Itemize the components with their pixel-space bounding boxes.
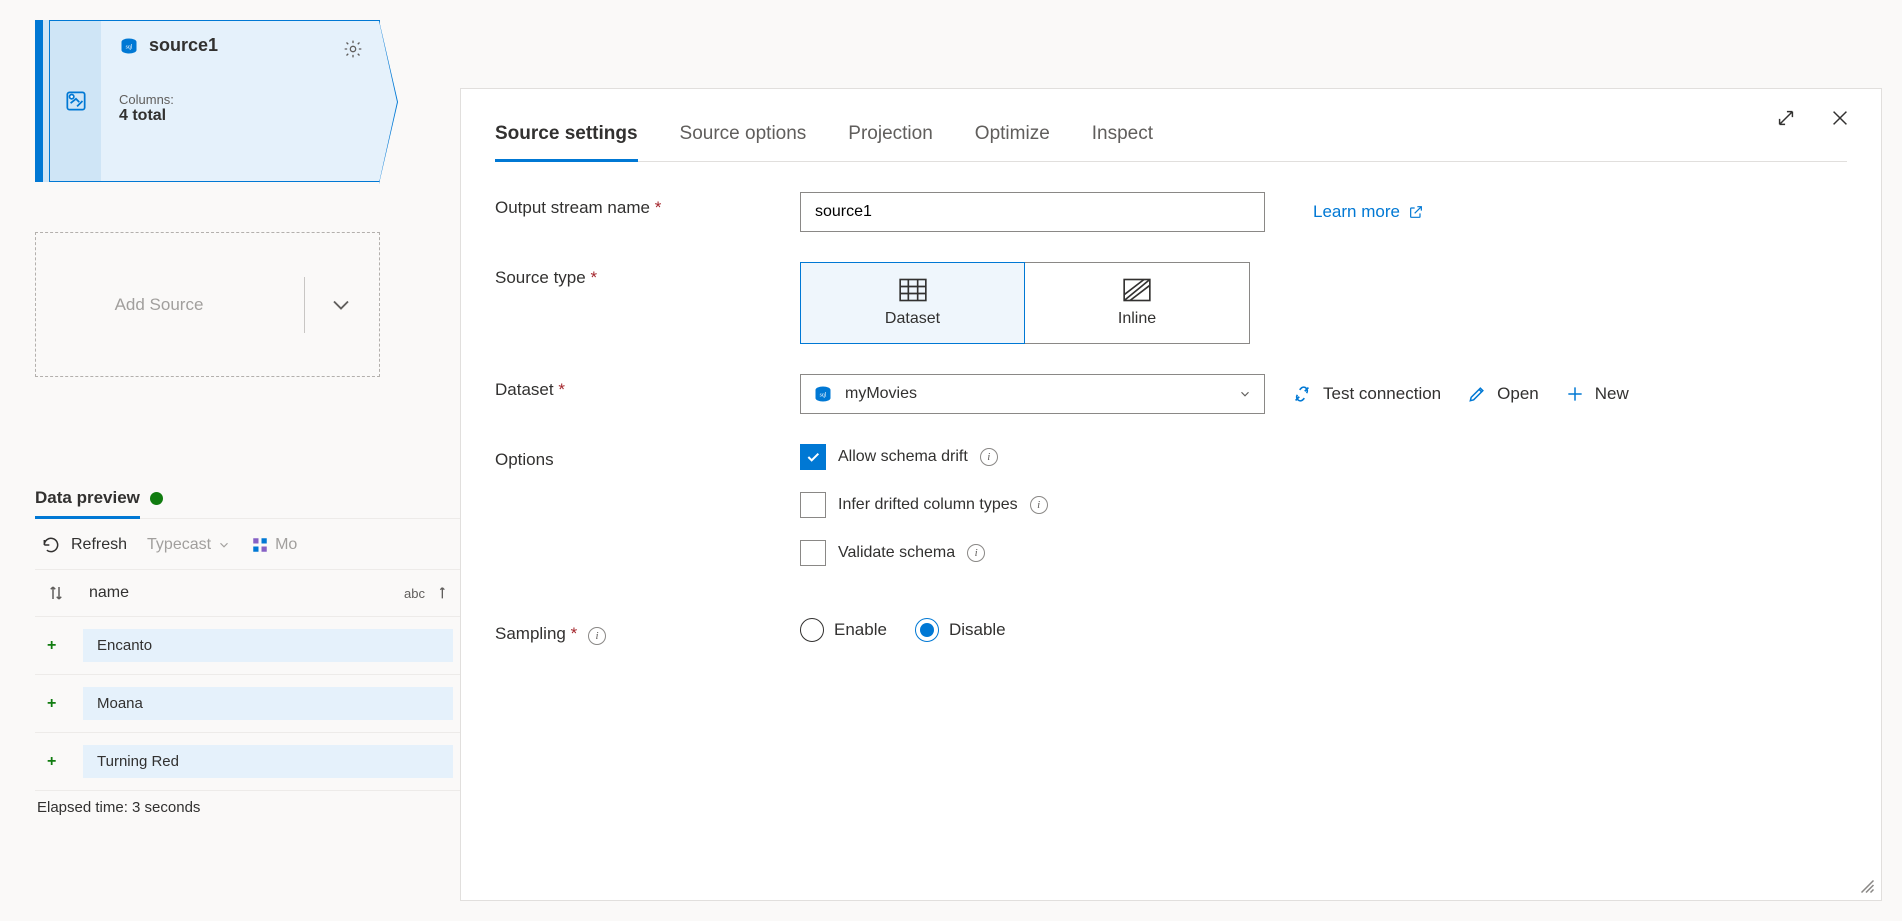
node-accent-bar <box>35 20 43 182</box>
sql-dataset-icon: sql <box>813 385 833 403</box>
close-icon[interactable] <box>1829 107 1851 129</box>
node-body: sql source1 Columns: 4 total <box>101 20 380 182</box>
new-label: New <box>1595 384 1629 404</box>
svg-text:sql: sql <box>126 44 133 50</box>
inline-icon <box>1123 278 1151 302</box>
divider <box>304 277 305 333</box>
dataset-select[interactable]: sql myMovies <box>800 374 1265 414</box>
source-settings-panel: Source settings Source options Projectio… <box>460 88 1882 901</box>
sampling-enable-label: Enable <box>834 620 887 640</box>
cell: Turning Red <box>83 745 453 778</box>
data-source-icon <box>63 88 89 114</box>
learn-more-link[interactable]: Learn more <box>1313 202 1424 222</box>
output-stream-input[interactable] <box>800 192 1265 232</box>
resize-grip-icon[interactable] <box>1857 876 1875 894</box>
column-header-row: name abc <box>35 570 465 617</box>
infer-drifted-checkbox[interactable] <box>800 492 826 518</box>
node-columns-label: Columns: <box>119 92 361 107</box>
source-type-dataset[interactable]: Dataset <box>800 262 1025 344</box>
elapsed-time: Elapsed time: 3 seconds <box>35 791 465 824</box>
typecast-label: Typecast <box>147 536 211 554</box>
test-connection-button[interactable]: Test connection <box>1291 383 1441 405</box>
map-label: Mo <box>275 536 297 554</box>
tab-projection[interactable]: Projection <box>848 109 933 161</box>
tab-inspect[interactable]: Inspect <box>1092 109 1153 161</box>
refresh-icon <box>41 535 61 555</box>
source-type-inline[interactable]: Inline <box>1025 262 1250 344</box>
source-type-dataset-label: Dataset <box>885 310 940 328</box>
external-link-icon <box>1408 204 1424 220</box>
expand-icon[interactable] <box>1775 107 1797 129</box>
panel-tabs: Source settings Source options Projectio… <box>495 109 1847 162</box>
sampling-label: Sampling <box>495 624 566 643</box>
column-type: abc <box>404 586 425 601</box>
grid-icon <box>899 278 927 302</box>
status-dot-icon <box>150 492 163 505</box>
output-stream-label: Output stream name <box>495 198 650 217</box>
flow-canvas: sql source1 Columns: 4 total + Add Sourc… <box>35 20 485 377</box>
node-columns-count: 4 total <box>119 107 361 125</box>
sql-dataset-icon: sql <box>119 37 139 55</box>
allow-schema-drift-label: Allow schema drift <box>838 448 968 466</box>
info-icon[interactable]: i <box>588 627 606 645</box>
sampling-disable-radio[interactable] <box>915 618 939 642</box>
allow-schema-drift-checkbox[interactable] <box>800 444 826 470</box>
source-type-inline-label: Inline <box>1118 310 1156 328</box>
options-label: Options <box>495 450 554 469</box>
refresh-label: Refresh <box>71 536 127 554</box>
chevron-down-icon <box>1238 387 1252 401</box>
cell: Encanto <box>83 629 453 662</box>
table-row: + Encanto <box>35 617 465 675</box>
source-type-label: Source type <box>495 268 586 287</box>
open-button[interactable]: Open <box>1467 384 1539 404</box>
add-source-label: Add Source <box>36 295 282 315</box>
learn-more-label: Learn more <box>1313 202 1400 222</box>
tab-optimize[interactable]: Optimize <box>975 109 1050 161</box>
validate-schema-label: Validate schema <box>838 544 955 562</box>
dataset-value: myMovies <box>845 385 917 403</box>
info-icon[interactable]: i <box>1030 496 1048 514</box>
sampling-disable-label: Disable <box>949 620 1006 640</box>
row-add-icon[interactable]: + <box>47 695 83 713</box>
new-button[interactable]: New <box>1565 384 1629 404</box>
gear-icon[interactable] <box>343 39 363 59</box>
table-row: + Moana <box>35 675 465 733</box>
cell: Moana <box>83 687 453 720</box>
map-icon <box>251 536 269 554</box>
row-add-icon[interactable]: + <box>47 637 83 655</box>
typecast-button[interactable]: Typecast <box>147 536 231 554</box>
map-columns-button[interactable]: Mo <box>251 536 297 554</box>
chevron-down-icon[interactable] <box>327 291 355 319</box>
data-preview-title[interactable]: Data preview <box>35 488 140 519</box>
open-label: Open <box>1497 384 1539 404</box>
node-icon-col <box>49 20 101 182</box>
add-source-box[interactable]: Add Source <box>35 232 380 377</box>
data-preview-panel: Data preview Refresh Typecast Mo name ab… <box>35 488 465 824</box>
info-icon[interactable]: i <box>980 448 998 466</box>
test-connection-label: Test connection <box>1323 384 1441 404</box>
sort-icon[interactable] <box>47 584 65 602</box>
connection-icon <box>1291 383 1313 405</box>
tab-source-options[interactable]: Source options <box>680 109 807 161</box>
node-title: source1 <box>149 35 218 56</box>
dataset-label: Dataset <box>495 380 554 399</box>
table-row: + Turning Red <box>35 733 465 791</box>
column-name[interactable]: name <box>89 584 380 602</box>
plus-icon <box>1565 384 1585 404</box>
sort-icon[interactable] <box>437 585 453 601</box>
sampling-enable-radio[interactable] <box>800 618 824 642</box>
tab-source-settings[interactable]: Source settings <box>495 109 638 162</box>
info-icon[interactable]: i <box>967 544 985 562</box>
refresh-button[interactable]: Refresh <box>41 535 127 555</box>
row-add-icon[interactable]: + <box>47 753 83 771</box>
svg-text:sql: sql <box>820 393 827 399</box>
validate-schema-checkbox[interactable] <box>800 540 826 566</box>
source-node[interactable]: sql source1 Columns: 4 total <box>35 20 380 182</box>
pencil-icon <box>1467 384 1487 404</box>
infer-drifted-label: Infer drifted column types <box>838 496 1018 514</box>
